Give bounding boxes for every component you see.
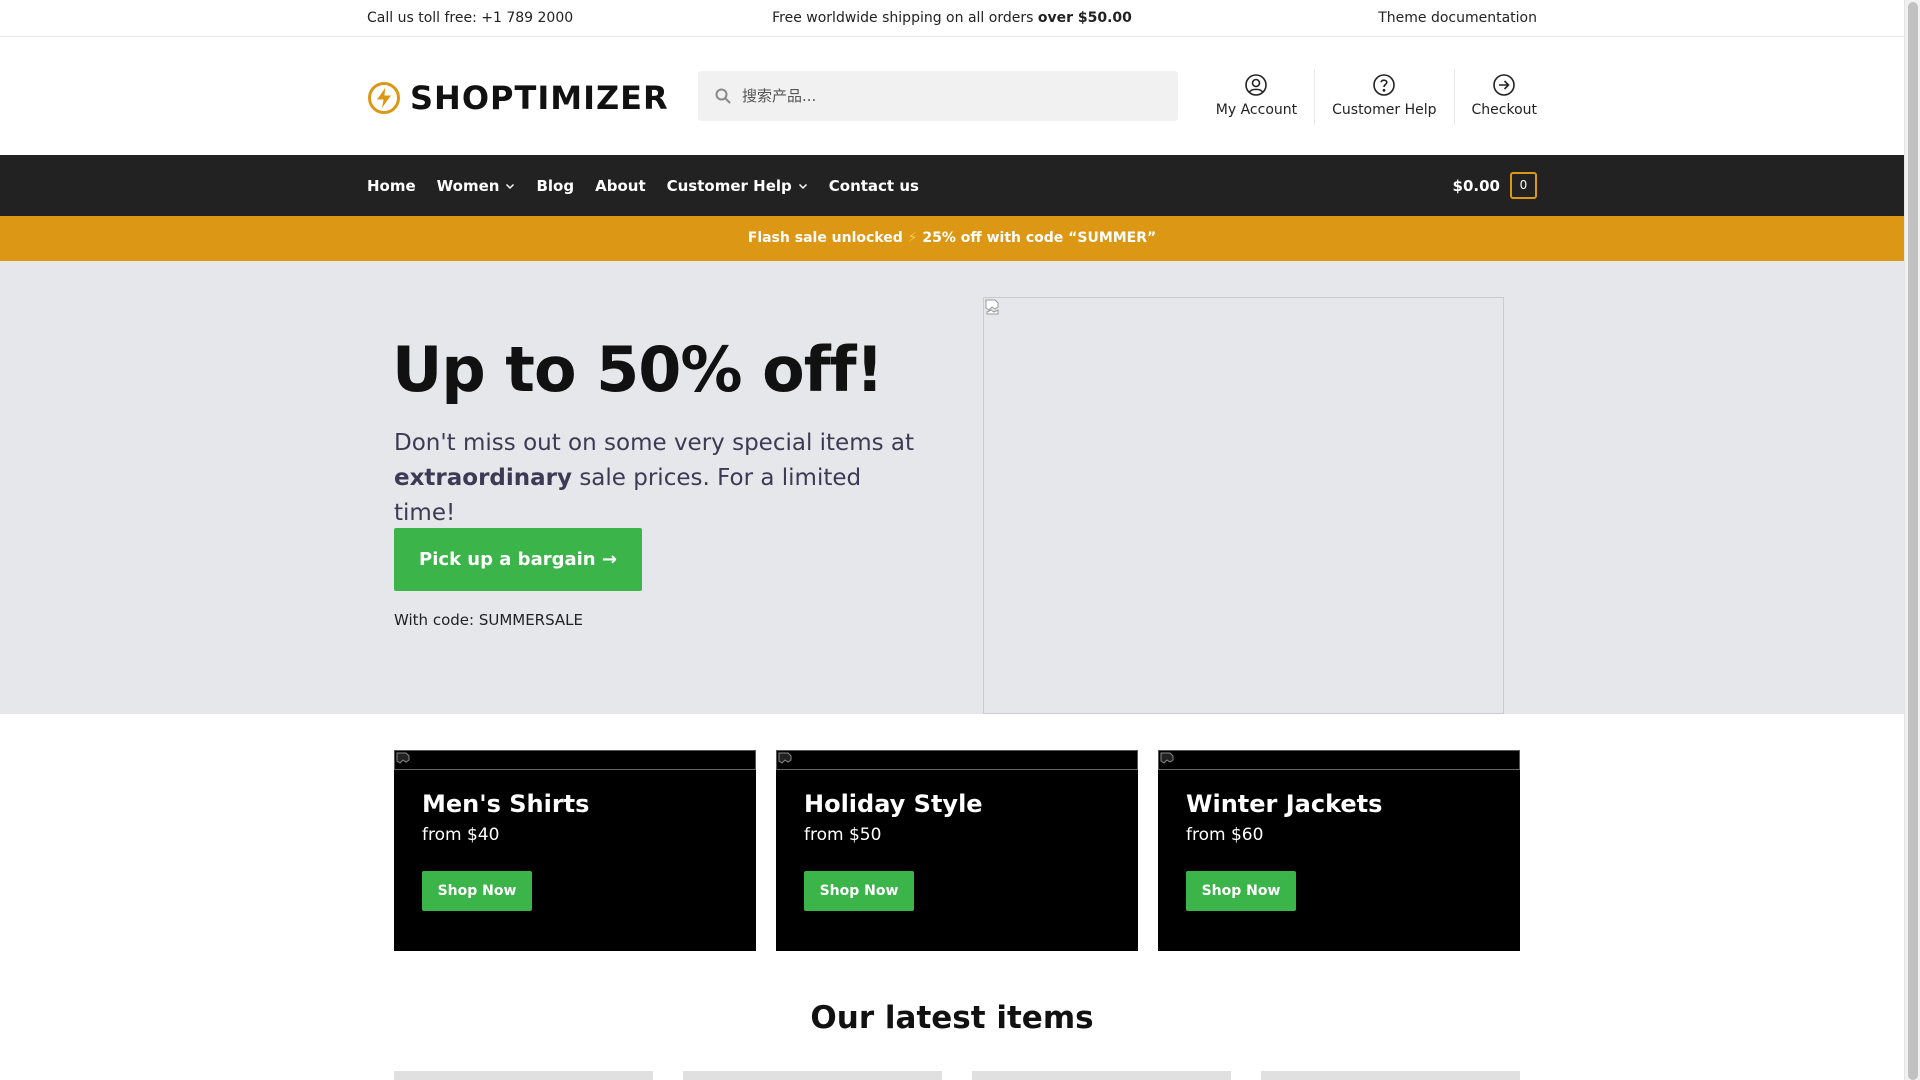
cart-count-badge: 0 [1510,172,1537,199]
hero-section: Up to 50% off! Don't miss out on some ve… [0,261,1904,714]
nav-item-label: Customer Help [666,176,792,195]
nav-item-label: Blog [536,176,575,195]
my-account-link[interactable]: My Account [1199,69,1314,125]
shop-now-button[interactable]: Shop Now [422,871,532,911]
shipping-notice-text: Free worldwide shipping on all orders [772,10,1038,26]
category-card-holiday-style: Holiday Style from $50 Shop Now [776,750,1138,951]
category-card-mens-shirts: Men's Shirts from $40 Shop Now [394,750,756,951]
lightning-logo-icon [368,82,400,114]
cart-button[interactable]: $0.00 0 [1453,172,1537,199]
card-price: from $60 [1186,825,1264,845]
broken-image-icon [396,752,410,764]
broken-image-icon [985,299,999,315]
theme-documentation-link[interactable]: Theme documentation [1378,10,1537,26]
nav-item-label: Home [367,176,416,195]
promo-code-text: With code: SUMMERSALE [394,611,584,629]
broken-image-icon [778,752,792,764]
search-box [698,71,1178,121]
customer-help-label: Customer Help [1332,102,1437,118]
product-grid [394,1071,1520,1080]
checkout-label: Checkout [1471,102,1538,118]
flash-sale-suffix: 25% off with code “SUMMER” [917,230,1157,246]
nav-item-contact-us[interactable]: Contact us [829,177,919,195]
product-card[interactable] [683,1071,942,1080]
nav-item-customer-help[interactable]: Customer Help [667,177,808,195]
product-card[interactable] [1261,1071,1520,1080]
nav-item-blog[interactable]: Blog [536,177,574,195]
hero-description: Don't miss out on some very special item… [394,426,914,531]
nav-item-label: About [595,176,646,195]
site-logo[interactable]: SHOPTIMIZER [367,79,669,117]
hero-description-bold: extraordinary [394,465,573,491]
nav-item-label: Contact us [828,176,919,195]
customer-help-link[interactable]: Customer Help [1314,69,1453,125]
nav-menu: Home Women Blog About Customer Help Cont… [367,155,940,216]
latest-items-heading: Our latest items [810,1000,1094,1036]
main-navigation: Home Women Blog About Customer Help Cont… [0,155,1904,216]
product-card[interactable] [394,1071,653,1080]
nav-item-about[interactable]: About [595,177,646,195]
arrow-circle-icon [1493,74,1516,96]
flash-sale-banner: Flash sale unlocked ⚡ 25% off with code … [0,216,1904,261]
card-price: from $50 [804,825,882,845]
card-title: Winter Jackets [1186,790,1383,818]
card-image-placeholder [1158,750,1520,770]
nav-item-home[interactable]: Home [367,177,416,195]
card-title: Holiday Style [804,790,983,818]
nav-item-women[interactable]: Women [437,177,516,195]
page: Call us toll free: +1 789 2000 Free worl… [0,0,1904,1080]
hero-image [983,297,1504,714]
hero-description-part-1: Don't miss out on some very special item… [394,430,915,456]
nav-item-label: Women [436,176,500,195]
hero-title: Up to 50% off! [392,333,884,406]
site-header: SHOPTIMIZER My Account [0,37,1904,155]
flash-sale-prefix: Flash sale unlocked [747,230,908,246]
card-image-placeholder [776,750,1138,770]
card-title: Men's Shirts [422,790,590,818]
cart-total: $0.00 [1452,176,1500,195]
checkout-link[interactable]: Checkout [1453,69,1538,125]
user-circle-icon [1245,74,1268,96]
category-cards: Men's Shirts from $40 Shop Now Holiday S… [394,750,1520,951]
shop-now-button[interactable]: Shop Now [1186,871,1296,911]
logo-text: SHOPTIMIZER [410,79,669,117]
lightning-icon: ⚡ [907,230,918,246]
product-card[interactable] [972,1071,1231,1080]
broken-image-icon [1160,752,1174,764]
shipping-notice: Free worldwide shipping on all orders ov… [0,10,1904,26]
chevron-down-icon [798,183,807,189]
scrollbar-thumb[interactable] [1908,2,1918,1080]
vertical-scrollbar[interactable] [1904,0,1920,1080]
shipping-threshold: over $50.00 [1037,10,1132,26]
header-links: My Account Customer Help Checkout [1199,69,1537,125]
my-account-label: My Account [1215,102,1298,118]
pick-up-bargain-button[interactable]: Pick up a bargain → [394,528,642,591]
card-price: from $40 [422,825,500,845]
search-input[interactable] [742,71,1162,121]
top-bar: Call us toll free: +1 789 2000 Free worl… [0,0,1904,37]
shop-now-button[interactable]: Shop Now [804,871,914,911]
help-circle-icon [1373,74,1396,96]
card-image-placeholder [394,750,756,770]
chevron-down-icon [506,183,515,189]
search-icon[interactable] [715,88,731,104]
category-card-winter-jackets: Winter Jackets from $60 Shop Now [1158,750,1520,951]
